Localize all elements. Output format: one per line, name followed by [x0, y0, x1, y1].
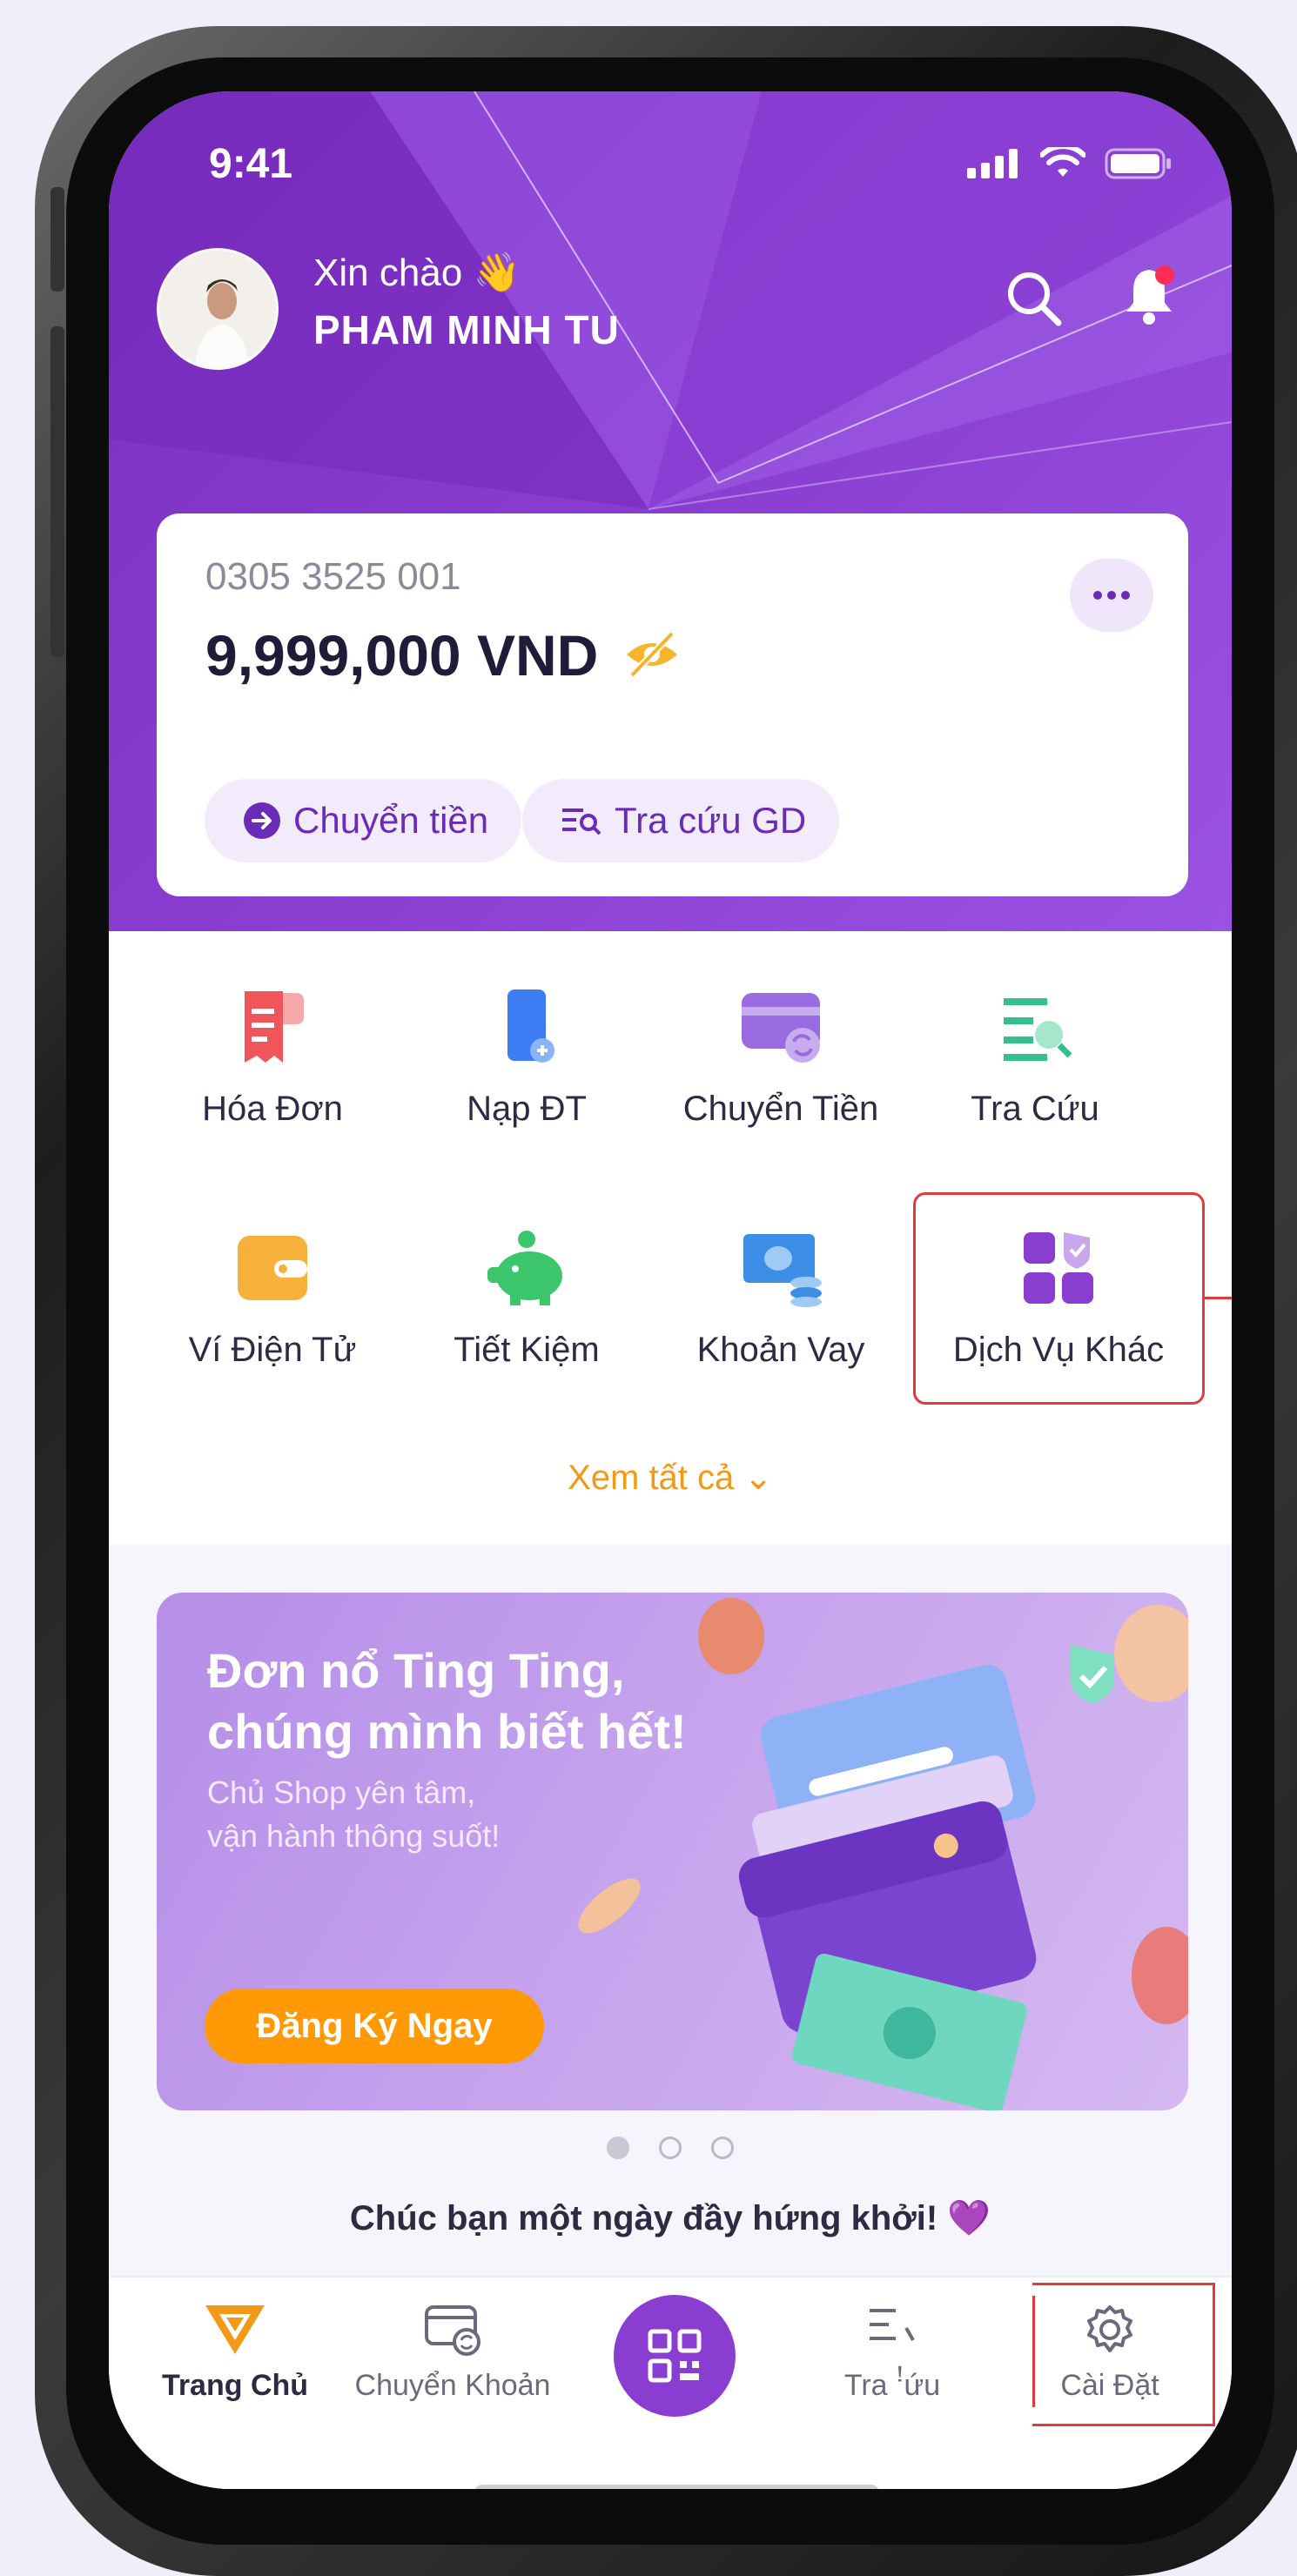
qr-icon — [648, 2329, 702, 2383]
avatar-image — [159, 251, 276, 367]
menu-item-ewallet[interactable]: Ví Điện Tử — [142, 1224, 403, 1370]
tab-lookup-label: Tra ꜝứu — [843, 2369, 941, 2402]
greeting-text: Xin chào 👋 — [313, 252, 521, 294]
piggy-bank-icon — [487, 1231, 562, 1305]
transfer-money-label: Chuyển tiền — [293, 800, 489, 841]
account-balance: 9,999,000 VND — [205, 622, 681, 688]
lookup-transaction-label: Tra cứu GD — [615, 800, 807, 841]
home-indicator — [474, 2485, 879, 2489]
carousel-dot[interactable] — [659, 2137, 682, 2159]
menu-label: Chuyển Tiền — [682, 1090, 879, 1128]
menu-item-phone-topup[interactable]: Nạp ĐT — [396, 983, 657, 1129]
menu-label: Tra Cứu — [971, 1090, 1099, 1128]
eye-hidden-icon[interactable] — [623, 628, 681, 679]
bill-icon — [245, 991, 304, 1063]
menu-label: Ví Điện Tử — [188, 1331, 357, 1369]
tab-lookup[interactable]: Tra ꜝứu — [788, 2302, 997, 2403]
highlight-box-settings — [1032, 2283, 1215, 2426]
lookup-transaction-button[interactable]: Tra cứu GD — [522, 779, 840, 862]
more-options-button[interactable] — [1070, 559, 1153, 632]
home-logo-icon — [205, 2305, 265, 2354]
register-now-button[interactable]: Đăng Ký Ngay — [205, 1989, 544, 2063]
phone-volume-down — [50, 461, 64, 657]
banner-title-line1: Đơn nổ Ting Ting, — [207, 1643, 625, 1698]
menu-item-savings[interactable]: Tiết Kiệm — [396, 1224, 657, 1370]
menu-label: Hóa Đơn — [202, 1090, 343, 1128]
carousel-dot-active[interactable] — [607, 2137, 629, 2159]
highlight-box-other-services — [913, 1192, 1205, 1405]
balance-value: 9,999,000 VND — [205, 623, 599, 688]
status-bar: 9:41 — [109, 135, 1232, 213]
menu-item-loan[interactable]: Khoản Vay — [650, 1224, 911, 1370]
promo-banner[interactable]: Đơn nổ Ting Ting, chúng mình biết hết! C… — [157, 1593, 1188, 2110]
card-transfer-icon — [742, 993, 820, 1063]
notification-dot — [1155, 265, 1174, 285]
phone-mute-switch — [50, 187, 64, 292]
more-dots-icon — [1093, 591, 1130, 600]
wallet-icon — [238, 1236, 307, 1300]
transfer-icon — [425, 2305, 480, 2356]
user-name: PHAM MINH TU — [313, 307, 620, 352]
tab-transfer-label: Chuyển Khoản — [354, 2369, 551, 2402]
battery-icon — [1105, 148, 1171, 179]
menu-label: Khoản Vay — [696, 1331, 865, 1369]
status-time: 9:41 — [209, 141, 293, 187]
account-number: 0305 3525 001 — [205, 555, 461, 598]
banner-title: Đơn nổ Ting Ting, chúng mình biết hết! — [207, 1640, 687, 1762]
signal-icon — [967, 149, 1018, 178]
app-screen: 9:41 Xin chào 👋 PHAM MINH TU 0305 3525 0… — [109, 91, 1232, 2489]
avatar[interactable] — [157, 248, 279, 370]
phone-topup-icon — [507, 989, 554, 1063]
banner-subtitle-line1: Chủ Shop yên tâm, — [207, 1774, 476, 1810]
menu-item-bill[interactable]: Hóa Đơn — [142, 983, 403, 1129]
status-icons — [967, 147, 1173, 180]
menu-item-transfer[interactable]: Chuyển Tiền — [650, 983, 911, 1129]
transfer-money-button[interactable]: Chuyển tiền — [205, 779, 522, 862]
menu-label: Nạp ĐT — [467, 1090, 587, 1128]
banner-title-line2: chúng mình biết hết! — [207, 1704, 687, 1759]
wifi-icon — [1040, 147, 1085, 177]
highlight-pointer-line — [1205, 1297, 1232, 1299]
tab-home[interactable]: Trang Chủ — [131, 2302, 339, 2403]
qr-scan-button[interactable] — [614, 2295, 736, 2417]
highlight-box-settings-edge — [1032, 2296, 1035, 2407]
account-card: 0305 3525 001 9,999,000 VND Chuyển tiền … — [157, 513, 1188, 896]
see-all-link[interactable]: Xem tất cả ⌄ — [109, 1458, 1232, 1498]
header: 9:41 Xin chào 👋 PHAM MINH TU 0305 3525 0… — [109, 91, 1232, 931]
banner-subtitle: Chủ Shop yên tâm, vận hành thông suốt! — [207, 1771, 500, 1858]
menu-item-lookup[interactable]: Tra Cứu — [904, 983, 1166, 1129]
carousel-indicator — [109, 2137, 1232, 2159]
banner-subtitle-line2: vận hành thông suốt! — [207, 1818, 501, 1854]
tab-transfer[interactable]: Chuyển Khoản — [348, 2302, 557, 2403]
daily-wish-text: Chúc bạn một ngày đầy hứng khởi! 💜 — [349, 2199, 991, 2237]
tab-home-label: Trang Chủ — [161, 2369, 309, 2402]
loan-icon — [743, 1234, 822, 1307]
menu-label: Tiết Kiệm — [454, 1331, 600, 1369]
bell-icon[interactable] — [1114, 261, 1184, 331]
search-icon[interactable] — [1001, 265, 1067, 332]
search-list-icon — [870, 2309, 915, 2341]
arrow-right-circle-icon — [244, 802, 280, 839]
search-list-icon — [562, 808, 601, 835]
carousel-dot[interactable] — [711, 2137, 734, 2159]
lookup-icon — [1004, 998, 1072, 1061]
